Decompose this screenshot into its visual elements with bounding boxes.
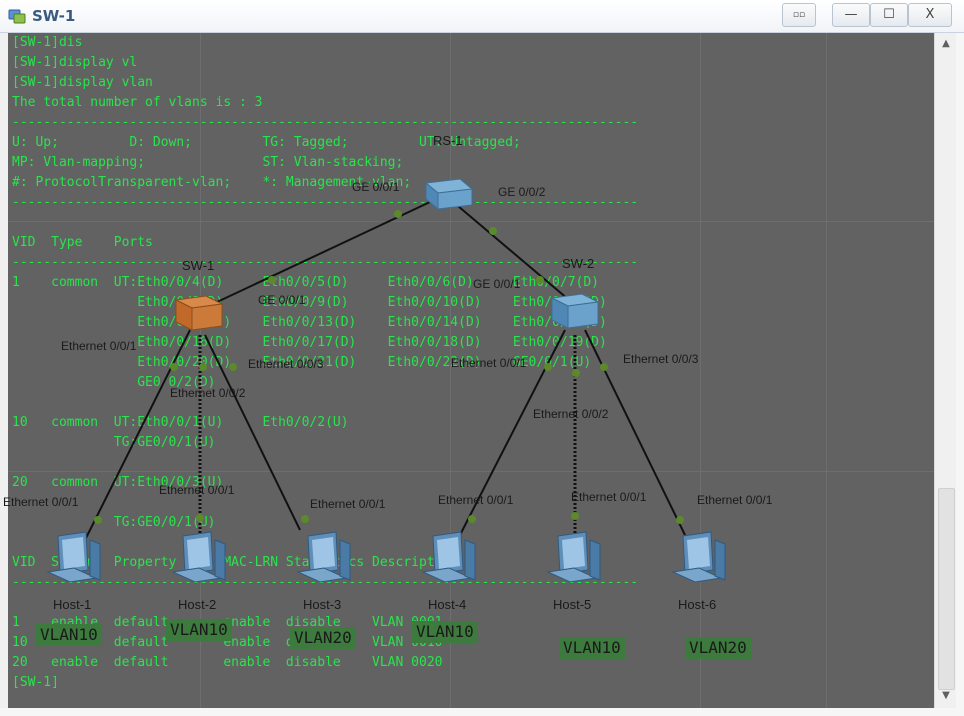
port-label: GE 0/0/1 [473, 277, 521, 291]
pc-icon[interactable] [294, 530, 356, 590]
link-rs1-sw1 [199, 194, 446, 311]
port-dot [572, 369, 580, 377]
port-dot [196, 514, 204, 522]
port-label: Ethernet 0/0/3 [248, 357, 324, 371]
port-dot [229, 363, 237, 371]
port-dot [268, 276, 276, 284]
vlan-tag-host3: VLAN20 [290, 627, 356, 649]
pc-icon[interactable] [419, 530, 481, 590]
pc-icon[interactable] [669, 530, 731, 590]
vlan-tag-host5: VLAN10 [559, 637, 625, 659]
device-label-host1: Host-1 [53, 597, 92, 612]
port-dot [199, 363, 207, 371]
port-label: Ethernet 0/0/1 [159, 483, 235, 497]
port-dot [600, 363, 608, 371]
pc-icon[interactable] [44, 530, 106, 590]
vlan-tag-host4: VLAN10 [412, 621, 478, 643]
device-label-rs1: RS-1 [433, 133, 463, 148]
pc-icon[interactable] [544, 530, 606, 590]
vlan-tag-host6: VLAN20 [685, 637, 751, 659]
port-dot [301, 515, 309, 523]
pc-icon[interactable] [169, 530, 231, 590]
port-label: Ethernet 0/0/2 [170, 386, 246, 400]
port-dot [170, 363, 178, 371]
device-label-host6: Host-6 [678, 597, 717, 612]
device-label-host2: Host-2 [178, 597, 217, 612]
port-dot [394, 210, 402, 218]
switch-icon[interactable] [172, 290, 230, 334]
port-label: Ethernet 0/0/1 [61, 339, 137, 353]
device-label-sw1: SW-1 [182, 258, 215, 273]
port-label: Ethernet 0/0/1 [3, 495, 79, 509]
port-label: Ethernet 0/0/1 [310, 497, 386, 511]
port-label: Ethernet 0/0/2 [533, 407, 609, 421]
vlan-tag-host2: VLAN10 [166, 619, 232, 641]
port-label: GE 0/0/1 [258, 293, 306, 307]
router-icon[interactable] [420, 175, 476, 213]
topology-overlay: RS-1 SW-1 SW-2 GE 0/0/1 GE 0/0/2 GE 0/0/… [0, 0, 964, 716]
port-dot [489, 227, 497, 235]
device-label-host3: Host-3 [303, 597, 342, 612]
port-dot [676, 516, 684, 524]
port-dot [94, 516, 102, 524]
port-dot [468, 515, 476, 523]
port-label: GE 0/0/1 [352, 180, 400, 194]
port-label: Ethernet 0/0/1 [451, 356, 527, 370]
device-label-sw2: SW-2 [562, 256, 595, 271]
port-dot [544, 363, 552, 371]
device-label-host5: Host-5 [553, 597, 592, 612]
device-label-host4: Host-4 [428, 597, 467, 612]
vlan-tag-host1: VLAN10 [36, 624, 102, 646]
port-label: Ethernet 0/0/1 [438, 493, 514, 507]
port-dot [571, 512, 579, 520]
port-label: Ethernet 0/0/1 [571, 490, 647, 504]
port-label: Ethernet 0/0/1 [697, 493, 773, 507]
port-label: Ethernet 0/0/3 [623, 352, 699, 366]
link-sw1-host1 [84, 329, 191, 541]
port-dot [536, 276, 544, 284]
port-label: GE 0/0/2 [498, 185, 546, 199]
switch-icon[interactable] [548, 288, 606, 332]
